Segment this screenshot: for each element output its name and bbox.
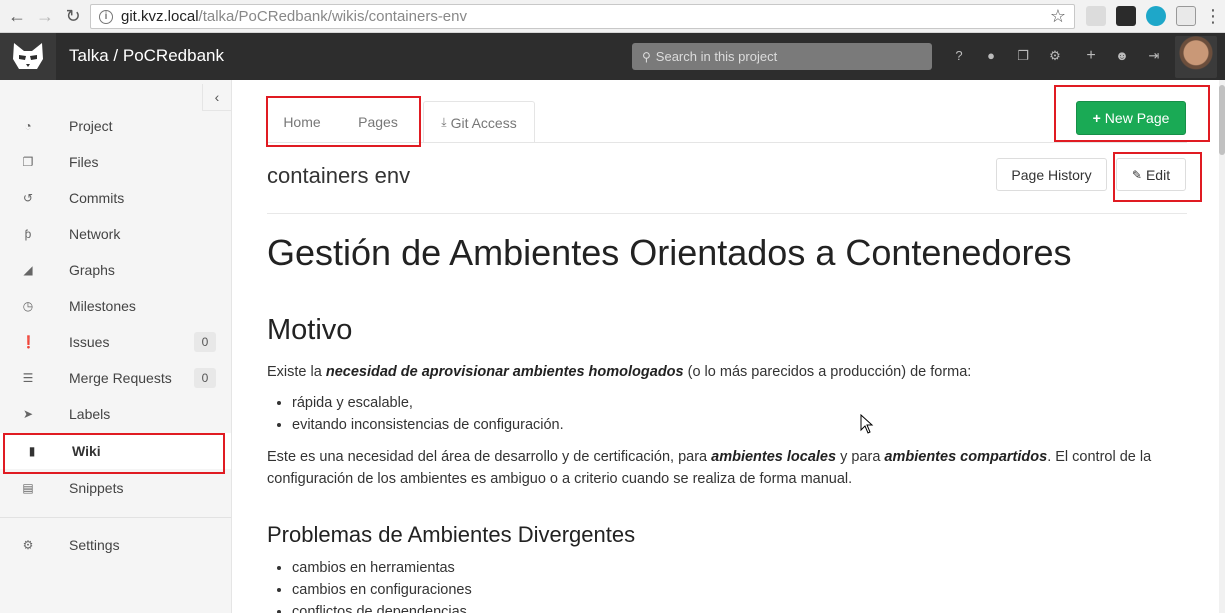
tags-icon: ➤ bbox=[22, 407, 34, 421]
sidebar-item-project[interactable]: ◔ Project bbox=[0, 108, 231, 144]
plus-icon[interactable]: + bbox=[1082, 47, 1100, 65]
user-icon[interactable]: ☻ bbox=[1113, 47, 1131, 65]
wiki-paragraph: Existe la necesidad de aprovisionar ambi… bbox=[267, 361, 1187, 383]
wiki-content: Gestión de Ambientes Orientados a Conten… bbox=[267, 230, 1187, 613]
globe-icon[interactable]: ● bbox=[982, 47, 1000, 65]
text: Este es una necesidad del área de desarr… bbox=[267, 449, 712, 465]
text: Existe la bbox=[267, 364, 326, 380]
wiki-heading-1: Gestión de Ambientes Orientados a Conten… bbox=[267, 232, 1072, 273]
wiki-list: cambios en herramientas cambios en confi… bbox=[292, 557, 1187, 613]
help-icon[interactable]: ? bbox=[950, 47, 968, 65]
sidebar-item-label: Merge Requests bbox=[69, 370, 172, 386]
dashboard-icon: ◔ bbox=[24, 119, 32, 133]
history-icon: ↺ bbox=[22, 191, 34, 205]
tab-git-access-label: Git Access bbox=[450, 114, 517, 131]
sidebar-item-settings[interactable]: ⚙ Settings bbox=[0, 527, 231, 563]
sidebar-item-label: Milestones bbox=[69, 298, 136, 314]
address-bar[interactable]: i git.kvz.local/talka/PoCRedbank/wikis/c… bbox=[90, 4, 1075, 29]
list-item: rápida y escalable, bbox=[292, 392, 1187, 414]
tab-git-access[interactable]: ⤓ Git Access bbox=[423, 101, 535, 143]
download-icon: ⤓ bbox=[441, 115, 447, 129]
search-placeholder: Search in this project bbox=[655, 49, 778, 64]
extension-icon[interactable] bbox=[1116, 6, 1136, 26]
app-header: Talka / PoCRedbank ⚲ Search in this proj… bbox=[0, 33, 1225, 80]
sidebar-item-label: Project bbox=[69, 118, 113, 134]
sidebar: ‹ ◔ Project ❐ Files ↺ Commits ƥ Network … bbox=[0, 80, 232, 613]
sidebar-item-labels[interactable]: ➤ Labels bbox=[0, 396, 231, 432]
cogs-icon: ⚙ bbox=[22, 538, 34, 552]
code-fork-icon: ƥ bbox=[24, 227, 32, 241]
sidebar-item-files[interactable]: ❐ Files bbox=[0, 144, 231, 180]
sidebar-divider bbox=[0, 517, 231, 518]
sidebar-item-graphs[interactable]: ◢ Graphs bbox=[0, 252, 231, 288]
scrollbar-thumb[interactable] bbox=[1219, 85, 1225, 155]
sidebar-item-commits[interactable]: ↺ Commits bbox=[0, 180, 231, 216]
eyedropper-extension-icon[interactable] bbox=[1086, 6, 1106, 26]
extension-icon[interactable] bbox=[1176, 6, 1196, 26]
copy-icon[interactable]: ❐ bbox=[1014, 47, 1032, 65]
title-divider bbox=[267, 213, 1187, 214]
sidebar-item-label: Labels bbox=[69, 406, 111, 422]
text: (o lo más parecidos a producción) de for… bbox=[683, 364, 972, 380]
wiki-heading-motivo: Motivo bbox=[267, 314, 353, 346]
mouse-cursor-icon bbox=[860, 414, 874, 434]
wiki-heading-problemas: Problemas de Ambientes Divergentes bbox=[267, 522, 636, 547]
wiki-paragraph: Este es una necesidad del área de desarr… bbox=[267, 446, 1187, 490]
issues-count-badge: 0 bbox=[194, 332, 216, 352]
wiki-list: rápida y escalable, evitando inconsisten… bbox=[292, 392, 1187, 436]
sidebar-item-merge-requests[interactable]: ☰ Merge Requests 0 bbox=[0, 360, 231, 396]
search-icon: ⚲ bbox=[642, 49, 651, 64]
files-icon: ❐ bbox=[22, 155, 34, 169]
gitlab-logo-icon[interactable] bbox=[0, 33, 56, 80]
file-text-icon: ▤ bbox=[22, 481, 34, 495]
sidebar-item-network[interactable]: ƥ Network bbox=[0, 216, 231, 252]
browser-toolbar: ← → ↻ i git.kvz.local/talka/PoCRedbank/w… bbox=[0, 0, 1225, 33]
info-icon[interactable]: i bbox=[99, 9, 113, 24]
extension-icon[interactable] bbox=[1146, 6, 1166, 26]
list-item: cambios en configuraciones bbox=[292, 579, 1187, 601]
sidebar-item-label: Issues bbox=[69, 334, 110, 350]
sidebar-item-issues[interactable]: ❗ Issues 0 bbox=[0, 324, 231, 360]
back-icon[interactable]: ← bbox=[6, 5, 28, 27]
list-item: conflictos de dependencias bbox=[292, 601, 1187, 613]
emphasis-text: necesidad de aprovisionar ambientes homo… bbox=[325, 364, 684, 380]
highlight-box-new-page bbox=[1054, 85, 1210, 142]
sidebar-item-milestones[interactable]: ◷ Milestones bbox=[0, 288, 231, 324]
emphasis-text: ambientes locales bbox=[711, 449, 837, 465]
sidebar-item-label: Files bbox=[69, 154, 99, 170]
sidebar-item-label: Snippets bbox=[69, 480, 124, 496]
highlight-box-tabs bbox=[266, 96, 421, 147]
sidebar-item-snippets[interactable]: ▤ Snippets bbox=[0, 470, 231, 506]
reload-icon[interactable]: ↻ bbox=[62, 5, 84, 27]
tasks-icon: ☰ bbox=[22, 371, 34, 385]
search-input[interactable]: ⚲ Search in this project bbox=[632, 43, 932, 70]
area-chart-icon: ◢ bbox=[23, 263, 33, 277]
emphasis-text: ambientes compartidos bbox=[884, 449, 1048, 465]
avatar[interactable] bbox=[1175, 36, 1217, 78]
bookmark-star-icon[interactable]: ☆ bbox=[1050, 6, 1066, 27]
list-item: evitando inconsistencias de configuració… bbox=[292, 414, 1187, 436]
highlight-box-wiki bbox=[3, 433, 225, 474]
highlight-box-edit bbox=[1113, 152, 1202, 202]
scrollbar[interactable] bbox=[1219, 80, 1225, 613]
collapse-sidebar-button[interactable]: ‹ bbox=[202, 84, 231, 111]
text: y para bbox=[836, 449, 885, 465]
merge-requests-count-badge: 0 bbox=[194, 368, 216, 388]
sidebar-item-label: Network bbox=[69, 226, 121, 242]
page-title: containers env bbox=[267, 163, 411, 188]
project-title[interactable]: Talka / PoCRedbank bbox=[69, 46, 224, 66]
sidebar-item-label: Settings bbox=[69, 537, 120, 553]
cogs-icon[interactable]: ⚙ bbox=[1046, 47, 1064, 65]
exclamation-circle-icon: ❗ bbox=[21, 335, 36, 349]
sidebar-item-label: Graphs bbox=[69, 262, 115, 278]
clock-icon: ◷ bbox=[22, 299, 34, 313]
menu-icon[interactable]: ⋮ bbox=[1202, 5, 1224, 27]
page-history-button[interactable]: Page History bbox=[996, 158, 1107, 191]
url-host: git.kvz.local bbox=[121, 8, 199, 25]
url-path: /talka/PoCRedbank/wikis/containers-env bbox=[198, 8, 467, 25]
sign-out-icon[interactable]: ⇥ bbox=[1145, 47, 1163, 65]
list-item: cambios en herramientas bbox=[292, 557, 1187, 579]
forward-icon[interactable]: → bbox=[34, 5, 56, 27]
sidebar-item-label: Commits bbox=[69, 190, 125, 206]
